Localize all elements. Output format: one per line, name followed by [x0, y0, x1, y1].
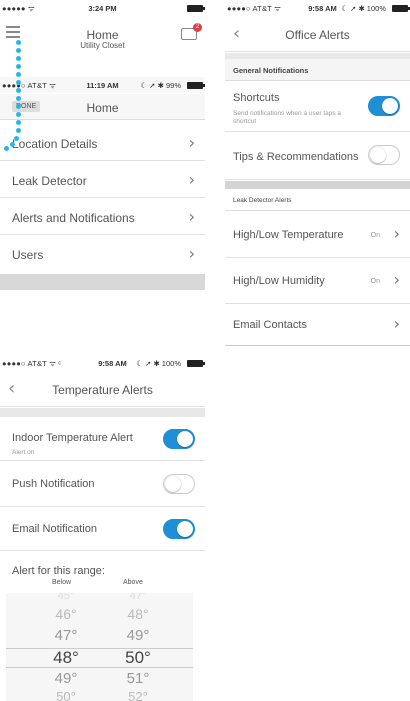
indoor-temperature-label: Indoor Temperature Alert [12, 432, 133, 444]
picker-value: 46° [55, 606, 77, 622]
office-alerts-screen: ●●●●○ AT&T ᯤ 9:58 AM ☾ ➚ ✱ 100% ‹ Office… [225, 0, 410, 350]
chevron-right-icon: › [188, 207, 195, 226]
inner-battery-icon [187, 82, 205, 89]
band [225, 181, 410, 189]
status-bar: ●●●●○ AT&T ᯤ ᶜ 9:58 AM ☾ ➚ ✱ 100% [0, 355, 205, 371]
picker-value: 49° [126, 627, 150, 644]
below-label: Below [52, 579, 72, 586]
section-title: Leak Detector Alerts [233, 197, 292, 204]
general-notifications-header: General Notifications [225, 59, 410, 81]
battery-icon [392, 5, 410, 12]
tips-toggle[interactable] [368, 145, 400, 165]
picker-value: 50° [56, 689, 76, 701]
chevron-right-icon: › [393, 314, 400, 333]
picker-value: 49° [54, 670, 78, 687]
list-item-label: Leak Detector [12, 174, 87, 188]
picker-value-selected: 48° [53, 648, 79, 667]
picker-value: 45° [57, 593, 75, 602]
push-notification-label: Push Notification [12, 478, 95, 490]
picker-value-selected: 50° [125, 648, 151, 667]
chevron-right-icon: › [393, 270, 400, 289]
list-item-users[interactable]: Users › [0, 235, 205, 272]
tips-row: Tips & Recommendations [225, 132, 410, 180]
picker-value: 52° [128, 689, 148, 701]
temperature-nav: ‹ Temperature Alerts [0, 373, 205, 407]
list-item-label: Location Details [12, 137, 98, 151]
inner-status-bar: ●●●●○ AT&T ᯤ 11:19 AM ☾ ➚ ✱ 99% [0, 77, 205, 93]
email-contacts-row[interactable]: Email Contacts › [225, 304, 410, 346]
inner-nav: DONE Home [0, 94, 205, 120]
section-title: General Notifications [233, 66, 309, 75]
high-low-humidity-label: High/Low Humidity [233, 275, 325, 287]
chevron-right-icon: › [188, 133, 195, 152]
header-subtitle: Utility Closet [80, 41, 125, 50]
push-notification-row: Push Notification [0, 461, 205, 507]
email-notification-toggle[interactable] [163, 519, 195, 539]
chevron-right-icon: › [188, 170, 195, 189]
picker-selection-band [6, 648, 193, 668]
home-screen: ●●●●● ᯤ 3:24 PM Home Utility Closet 2 ●●… [0, 0, 205, 290]
shortcuts-label: Shortcuts [233, 92, 280, 104]
battery-icon [187, 5, 205, 12]
clock: 3:24 PM [88, 4, 117, 13]
footer-band [0, 274, 205, 290]
shortcuts-row: Shortcuts Send notifications when a user… [225, 82, 410, 132]
email-notification-row: Email Notification [0, 507, 205, 551]
range-title: Alert for this range: [12, 565, 105, 577]
leak-detector-alerts-header: Leak Detector Alerts [225, 189, 410, 211]
picker-value: 51° [126, 670, 150, 687]
indoor-temperature-toggle[interactable] [163, 429, 195, 449]
status-value: On [370, 232, 380, 239]
temperature-range-picker[interactable]: 45° 46° 47° 48° 49° 50° 47° 48° 49° 50° … [6, 593, 193, 701]
list-item-label: Users [12, 248, 44, 262]
header-title: Home [86, 28, 119, 42]
indoor-temperature-alert-row: Indoor Temperature Alert Alert on [0, 417, 205, 461]
list-item-leak-detector[interactable]: Leak Detector › [0, 161, 205, 198]
band [0, 408, 205, 417]
messages-icon[interactable]: 2 [181, 23, 202, 40]
email-contacts-label: Email Contacts [233, 319, 307, 331]
inner-status-icons: ☾ ➚ ✱ 99% [140, 81, 181, 90]
tips-label: Tips & Recommendations [233, 151, 359, 163]
status-icons: ☾ ➚ ✱ 100% [341, 4, 386, 13]
high-low-temperature-row[interactable]: High/Low Temperature On › [225, 212, 410, 258]
chevron-right-icon: › [393, 224, 400, 243]
high-low-humidity-row[interactable]: High/Low Humidity On › [225, 258, 410, 304]
menu-icon[interactable] [6, 26, 20, 38]
status-bar: ●●●●● ᯤ 3:24 PM [0, 0, 205, 16]
inner-nav-title: Home [86, 101, 119, 115]
email-notification-label: Email Notification [12, 523, 97, 535]
indoor-temperature-sub: Alert on [12, 449, 35, 456]
temperature-alerts-screen: ●●●●○ AT&T ᯤ ᶜ 9:58 AM ☾ ➚ ✱ 100% ‹ Temp… [0, 355, 205, 701]
push-notification-toggle[interactable] [163, 474, 195, 494]
battery-icon [187, 360, 205, 367]
nav-title: Office Alerts [285, 28, 350, 42]
shortcuts-description: Send notifications when a user taps a sh… [233, 110, 342, 125]
office-nav: ‹ Office Alerts [225, 18, 410, 52]
status-bar: ●●●●○ AT&T ᯤ 9:58 AM ☾ ➚ ✱ 100% [225, 0, 410, 16]
picker-value: 47° [129, 593, 147, 602]
picker-value: 48° [127, 606, 149, 622]
home-header: Home Utility Closet 2 [0, 18, 205, 54]
nav-title: Temperature Alerts [52, 383, 153, 397]
high-low-temperature-label: High/Low Temperature [233, 229, 344, 241]
status-value: On [370, 278, 380, 285]
list-item-location-details[interactable]: Location Details › [0, 124, 205, 161]
list-item-label: Alerts and Notifications [12, 211, 135, 225]
shortcuts-toggle[interactable] [368, 96, 400, 116]
list-item-alerts-and-notifications[interactable]: Alerts and Notifications › [0, 198, 205, 235]
status-icons: ☾ ➚ ✱ 100% [136, 359, 181, 368]
chevron-right-icon: › [188, 244, 195, 263]
picker-value: 47° [54, 627, 78, 644]
notification-badge: 2 [193, 23, 202, 32]
above-label: Above [123, 579, 143, 586]
